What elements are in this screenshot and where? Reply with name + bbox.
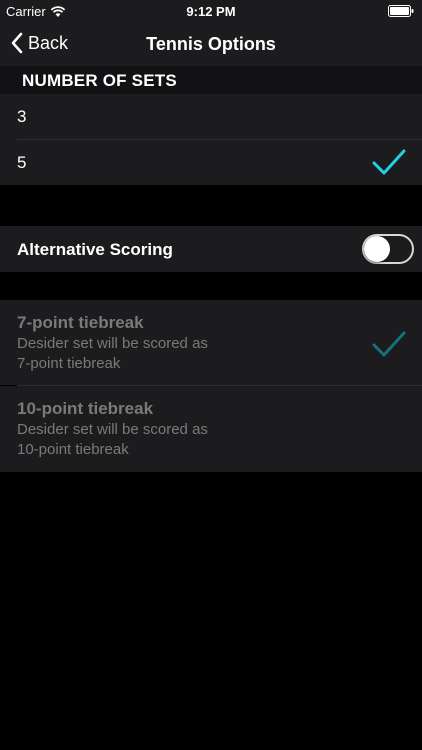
section-header-number-of-sets: NUMBER OF SETS (0, 66, 422, 94)
tiebreak-option-title: 7-point tiebreak (17, 313, 144, 332)
alternative-scoring-toggle[interactable] (362, 234, 414, 264)
tiebreak-option-title: 10-point tiebreak (17, 399, 154, 418)
back-label: Back (28, 32, 69, 53)
alternative-scoring-label: Alternative Scoring (17, 240, 173, 259)
tiebreak-option-subtitle: Desider set will be scored as 10-point t… (17, 421, 208, 458)
tiebreak-option-10[interactable]: 10-point tiebreak Desider set will be sc… (0, 386, 422, 472)
navigation-bar: Back Tennis Options (0, 22, 422, 66)
toggle-knob (364, 236, 390, 262)
back-button[interactable]: Back (10, 32, 68, 54)
battery-icon (388, 5, 414, 20)
sets-option-label: 5 (17, 153, 27, 172)
status-time: 9:12 PM (186, 4, 236, 19)
sets-option-5[interactable]: 5 (0, 140, 422, 185)
chevron-left-icon (11, 32, 23, 54)
status-bar: Carrier 9:12 PM (0, 0, 422, 22)
alternative-scoring-row: Alternative Scoring (0, 226, 422, 272)
tiebreak-option-subtitle: Desider set will be scored as 7-point ti… (17, 335, 208, 372)
sets-option-label: 3 (17, 107, 27, 126)
sets-option-3[interactable]: 3 (0, 94, 422, 140)
checkmark-icon (372, 331, 406, 357)
section-header-label: NUMBER OF SETS (22, 71, 177, 90)
checkmark-icon (372, 149, 406, 175)
tiebreak-option-7[interactable]: 7-point tiebreak Desider set will be sco… (0, 300, 422, 385)
